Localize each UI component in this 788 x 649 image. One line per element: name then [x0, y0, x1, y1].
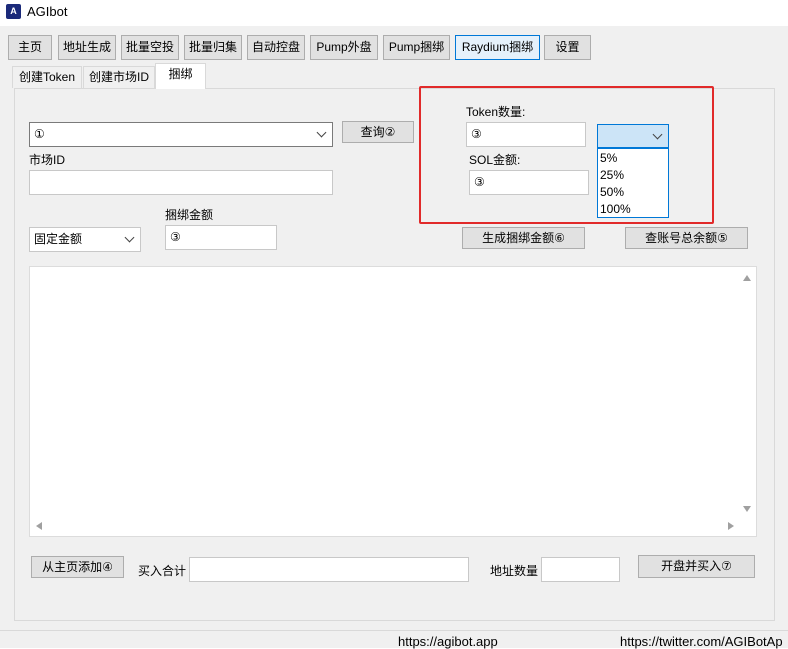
address-count-label: 地址数量	[490, 564, 539, 578]
nav-batch-collect[interactable]: 批量归集	[184, 35, 242, 60]
scroll-up-icon[interactable]	[743, 275, 751, 281]
tab-create-token[interactable]: 创建Token	[12, 66, 82, 88]
percent-dropdown-list: 5% 25% 50% 100%	[597, 148, 669, 218]
nav-raydium-bundle[interactable]: Raydium捆绑	[455, 35, 540, 60]
bundle-amount-field[interactable]: ③	[165, 225, 277, 250]
percent-option[interactable]: 25%	[600, 167, 624, 184]
tab-bundle[interactable]: 捆绑	[155, 63, 206, 89]
address-count-field[interactable]	[541, 557, 620, 582]
scroll-left-icon[interactable]	[36, 522, 42, 530]
chevron-down-icon	[124, 232, 135, 243]
nav-home[interactable]: 主页	[8, 35, 52, 60]
percent-option[interactable]: 100%	[600, 201, 631, 218]
market-id-label: 市场ID	[29, 153, 66, 167]
tab-create-market-id[interactable]: 创建市场ID	[83, 66, 155, 88]
title-bar	[0, 0, 788, 24]
market-select[interactable]: ①	[29, 122, 333, 147]
chevron-down-icon	[652, 129, 663, 140]
twitter-link[interactable]: https://twitter.com/AGIBotAp	[620, 634, 783, 649]
nav-batch-airdrop[interactable]: 批量空投	[121, 35, 179, 60]
agibot-app-link[interactable]: https://agibot.app	[398, 634, 498, 649]
generate-bundle-amount-button[interactable]: 生成捆绑金额⑥	[462, 227, 585, 249]
buy-total-label: 买入合计	[138, 564, 187, 578]
query-button[interactable]: 查询②	[342, 121, 414, 143]
nav-settings[interactable]: 设置	[544, 35, 591, 60]
bundle-amount-label: 捆绑金额	[165, 208, 214, 222]
buy-total-field[interactable]	[189, 557, 469, 582]
check-total-balance-button[interactable]: 查账号总余额⑤	[625, 227, 748, 249]
percent-option[interactable]: 5%	[600, 150, 617, 167]
scroll-right-icon[interactable]	[728, 522, 734, 530]
amount-mode-select[interactable]: 固定金额	[29, 227, 141, 252]
market-id-field[interactable]	[29, 170, 333, 195]
nav-address-gen[interactable]: 地址生成	[58, 35, 116, 60]
percent-select[interactable]	[597, 124, 669, 148]
highlight-box	[419, 86, 714, 224]
market-select-value: ①	[34, 127, 45, 141]
open-and-buy-button[interactable]: 开盘并买入⑦	[638, 555, 755, 578]
chevron-down-icon	[316, 127, 327, 138]
add-from-main-button[interactable]: 从主页添加④	[31, 556, 124, 578]
percent-option[interactable]: 50%	[600, 184, 624, 201]
window-title: AGIbot	[27, 4, 68, 19]
nav-pump-external[interactable]: Pump外盘	[310, 35, 378, 60]
agibot-logo-icon: A	[6, 4, 21, 19]
amount-mode-value: 固定金额	[34, 232, 83, 246]
scroll-down-icon[interactable]	[743, 506, 751, 512]
nav-pump-bundle[interactable]: Pump捆绑	[383, 35, 450, 60]
log-textarea[interactable]	[29, 266, 757, 537]
nav-auto-control[interactable]: 自动控盘	[247, 35, 305, 60]
